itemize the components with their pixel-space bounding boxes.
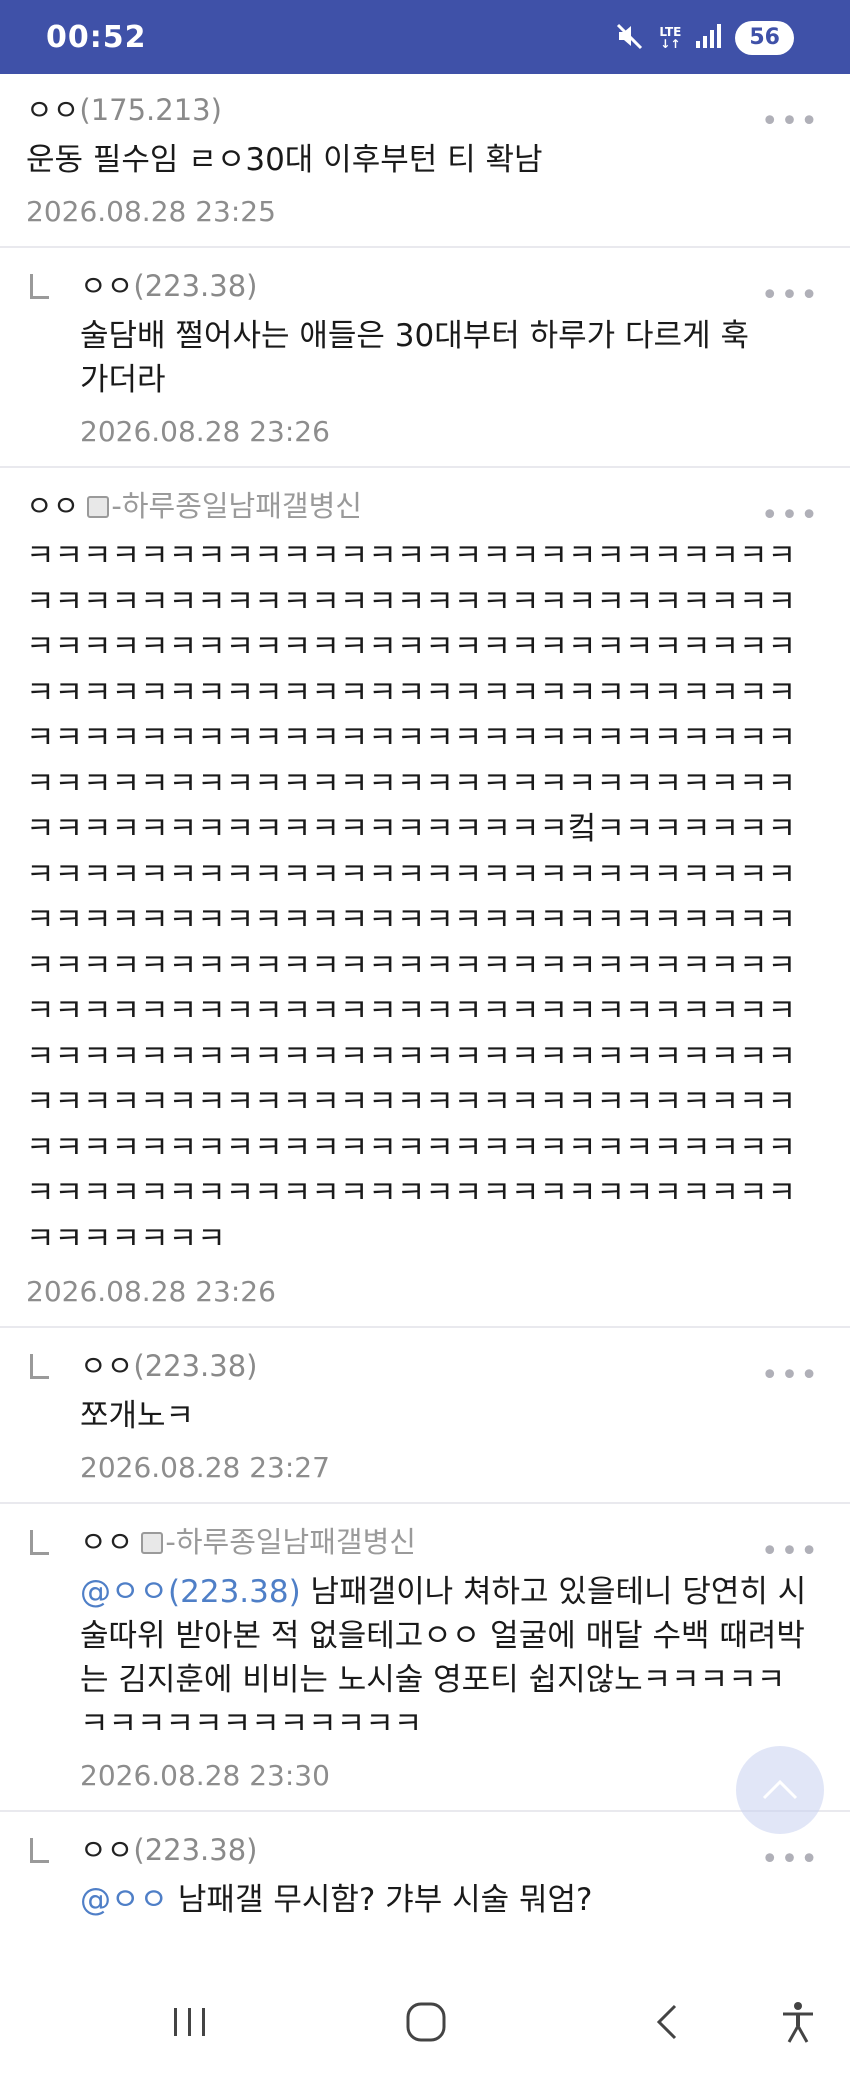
- comment-user-tag: -하루종일남패갤병신: [111, 489, 362, 523]
- text-line: ㅋㅋㅋㅋㅋㅋㅋㅋㅋㅋㅋㅋㅋㅋㅋㅋㅋㅋㅋㅋㅋㅋㅋㅋㅋㅋㅋ: [26, 765, 797, 802]
- home-icon: [406, 2002, 446, 2042]
- comment-nickname[interactable]: ㅇㅇ: [80, 266, 133, 306]
- text-line: ㅋㅋㅋㅋㅋㅋㅋㅋㅋㅋㅋㅋㅋㅋㅋㅋㅋㅋㅋㅋㅋㅋㅋㅋㅋㅋㅋ: [26, 629, 797, 665]
- comment-meta: ㅇㅇ -하루종일남패갤병신: [80, 1522, 810, 1562]
- more-options-icon[interactable]: •••: [761, 1842, 820, 1877]
- comment-nickname[interactable]: ㅇㅇ: [80, 1830, 133, 1870]
- comment-meta: ㅇㅇ (223.38): [80, 266, 810, 306]
- comment-text: @ㅇㅇ 남패갤 무시함? 갸부 시술 뭐엄?: [80, 1878, 810, 1922]
- comment-meta: ㅇㅇ (223.38): [80, 1346, 810, 1386]
- status-time: 00:52: [46, 20, 147, 55]
- comment-body: 남패갤 무시함? 갸부 시술 뭐엄?: [168, 1882, 593, 1918]
- text-line: ㅋㅋㅋㅋㅋㅋㅋㅋㅋㅋㅋㅋㅋㅋㅋㅋㅋㅋㅋㅋㅋㅋㅋㅋㅋㅋㅋ: [26, 1084, 797, 1120]
- comment-ip: (223.38): [133, 269, 258, 303]
- reply-comment: ㅇㅇ -하루종일남패갤병신 ••• @ㅇㅇ(223.38) 남패갤이나 쳐하고 …: [0, 1504, 850, 1812]
- reply-comment: ㅇㅇ (223.38) ••• @ㅇㅇ 남패갤 무시함? 갸부 시술 뭐엄?: [0, 1812, 850, 1938]
- more-options-icon[interactable]: •••: [761, 278, 820, 313]
- chevron-up-icon: [762, 1779, 798, 1800]
- accessibility-button[interactable]: [768, 1994, 828, 2050]
- mention-link[interactable]: @ㅇㅇ: [80, 1882, 168, 1918]
- comment: ㅇㅇ -하루종일남패갤병신 ••• ㅋㅋㅋㅋㅋㅋㅋㅋㅋㅋㅋㅋㅋㅋㅋㅋㅋㅋㅋㅋㅋㅋ…: [0, 468, 850, 1328]
- text-line: ㅋㅋㅋㅋㅋㅋㅋㅋㅋㅋㅋㅋㅋㅋㅋㅋㅋㅋㅋㅋㅋㅋㅋㅋㅋㅋㅋ: [26, 856, 797, 893]
- comment-list: ㅇㅇ (175.213) ••• 운동 필수임 ㄹㅇ30대 이후부턴 티 확남 …: [0, 74, 850, 1964]
- comment-text: ㅋㅋㅋㅋㅋㅋㅋㅋㅋㅋㅋㅋㅋㅋㅋㅋㅋㅋㅋㅋㅋㅋㅋㅋㅋㅋㅋ ㅋㅋㅋㅋㅋㅋㅋㅋㅋㅋㅋㅋ…: [26, 534, 810, 1262]
- recent-apps-icon: [174, 2008, 205, 2036]
- comment-meta: ㅇㅇ (223.38): [80, 1830, 810, 1870]
- reply-arrow-icon: [30, 1530, 49, 1555]
- comment-meta: ㅇㅇ (175.213): [26, 90, 810, 130]
- more-options-icon[interactable]: •••: [761, 1358, 820, 1393]
- more-options-icon[interactable]: •••: [761, 1534, 820, 1569]
- text-line: ㅋㅋㅋㅋㅋㅋㅋㅋㅋㅋㅋㅋㅋㅋㅋㅋㅋㅋㅋㅋㅋㅋㅋㅋㅋㅋㅋ: [26, 947, 797, 984]
- comment-ip: (175.213): [79, 93, 222, 127]
- text-line: ㅋㅋㅋㅋㅋㅋㅋㅋㅋㅋㅋㅋㅋㅋㅋㅋㅋㅋㅋㅋㅋㅋㅋㅋㅋㅋㅋ: [26, 993, 797, 1029]
- comment-date: 2026.08.28 23:30: [80, 1759, 330, 1792]
- text-line: ㅋㅋㅋㅋㅋㅋㅋㅋㅋㅋㅋㅋㅋㅋㅋㅋㅋㅋㅋㅋㅋㅋㅋㅋㅋㅋㅋ: [26, 902, 797, 938]
- comment: ㅇㅇ (175.213) ••• 운동 필수임 ㄹㅇ30대 이후부턴 티 확남 …: [0, 74, 850, 248]
- comment-date: 2026.08.28 23:26: [80, 415, 330, 448]
- more-options-icon[interactable]: •••: [761, 104, 820, 139]
- comment-nickname[interactable]: ㅇㅇ: [80, 1522, 133, 1562]
- reply-comment: ㅇㅇ (223.38) ••• 쪼개노ㅋ 2026.08.28 23:27: [0, 1328, 850, 1504]
- back-button[interactable]: [636, 1994, 696, 2050]
- comment-meta: ㅇㅇ -하루종일남패갤병신: [26, 486, 810, 526]
- more-options-icon[interactable]: •••: [761, 498, 820, 533]
- reply-comment: ㅇㅇ (223.38) ••• 술담배 쩔어사는 애들은 30대부터 하루가 다…: [0, 248, 850, 468]
- reply-arrow-icon: [30, 1354, 49, 1379]
- comment-date: 2026.08.28 23:27: [80, 1451, 330, 1484]
- mute-icon: [615, 21, 645, 55]
- comment-text: 쪼개노ㅋ: [80, 1398, 195, 1434]
- memo-icon: [87, 496, 110, 518]
- comment-ip: (223.38): [133, 1349, 258, 1383]
- status-icons: LTE ↓↑ 56: [615, 18, 794, 58]
- reply-arrow-icon: [30, 1838, 49, 1863]
- comment-text: 술담배 쩔어사는 애들은 30대부터 하루가 다르게 훅 가더라: [80, 318, 749, 398]
- recent-apps-button[interactable]: [160, 1994, 220, 2050]
- text-line: ㅋㅋㅋㅋㅋㅋㅋㅋㅋㅋㅋㅋㅋㅋㅋㅋㅋㅋㅋㅋㅋㅋㅋㅋㅋㅋㅋ: [26, 720, 797, 756]
- text-line: ㅋㅋㅋㅋㅋㅋㅋㅋㅋㅋㅋㅋㅋㅋㅋㅋㅋㅋㅋ컼ㅋㅋㅋㅋㅋㅋㅋ: [26, 811, 797, 847]
- comment-text: @ㅇㅇ(223.38) 남패갤이나 쳐하고 있을테니 당연히 시술따위 받아본 …: [80, 1570, 810, 1746]
- network-lte-icon: LTE ↓↑: [659, 25, 682, 51]
- memo-icon: [141, 1532, 164, 1554]
- battery-badge: 56: [735, 21, 794, 55]
- comment-date: 2026.08.28 23:26: [26, 1275, 276, 1308]
- comment-nickname[interactable]: ㅇㅇ: [26, 486, 79, 526]
- comment-nickname[interactable]: ㅇㅇ: [80, 1346, 133, 1386]
- back-icon: [656, 2004, 677, 2040]
- comment-date: 2026.08.28 23:25: [26, 195, 276, 228]
- comment-user-tag: -하루종일남패갤병신: [165, 1525, 416, 1559]
- scroll-to-top-button[interactable]: [736, 1746, 824, 1834]
- text-line: ㅋㅋㅋㅋㅋㅋㅋㅋㅋㅋㅋㅋㅋㅋㅋㅋㅋㅋㅋㅋㅋㅋㅋㅋㅋㅋㅋ: [26, 1175, 797, 1211]
- status-bar: 00:52 LTE ↓↑ 56: [0, 0, 850, 74]
- system-nav-bar: [0, 1964, 850, 2078]
- text-line: ㅋㅋㅋㅋㅋㅋㅋ: [26, 1220, 226, 1257]
- text-line: ㅋㅋㅋㅋㅋㅋㅋㅋㅋㅋㅋㅋㅋㅋㅋㅋㅋㅋㅋㅋㅋㅋㅋㅋㅋㅋㅋ: [26, 538, 797, 574]
- text-line: ㅋㅋㅋㅋㅋㅋㅋㅋㅋㅋㅋㅋㅋㅋㅋㅋㅋㅋㅋㅋㅋㅋㅋㅋㅋㅋㅋ: [26, 1129, 797, 1166]
- accessibility-icon: [783, 2002, 813, 2043]
- comment-nickname[interactable]: ㅇㅇ: [26, 90, 79, 130]
- comment-ip: (223.38): [133, 1833, 258, 1867]
- text-line: ㅋㅋㅋㅋㅋㅋㅋㅋㅋㅋㅋㅋㅋㅋㅋㅋㅋㅋㅋㅋㅋㅋㅋㅋㅋㅋㅋ: [26, 674, 797, 711]
- text-line: ㅋㅋㅋㅋㅋㅋㅋㅋㅋㅋㅋㅋㅋㅋㅋㅋㅋㅋㅋㅋㅋㅋㅋㅋㅋㅋㅋ: [26, 583, 797, 620]
- text-line: ㅋㅋㅋㅋㅋㅋㅋㅋㅋㅋㅋㅋㅋㅋㅋㅋㅋㅋㅋㅋㅋㅋㅋㅋㅋㅋㅋ: [26, 1038, 797, 1075]
- home-button[interactable]: [396, 1994, 456, 2050]
- comment-text: 운동 필수임 ㄹㅇ30대 이후부턴 티 확남: [26, 142, 543, 178]
- signal-icon: [695, 23, 722, 53]
- mention-link[interactable]: @ㅇㅇ(223.38): [80, 1574, 301, 1610]
- reply-arrow-icon: [30, 274, 49, 299]
